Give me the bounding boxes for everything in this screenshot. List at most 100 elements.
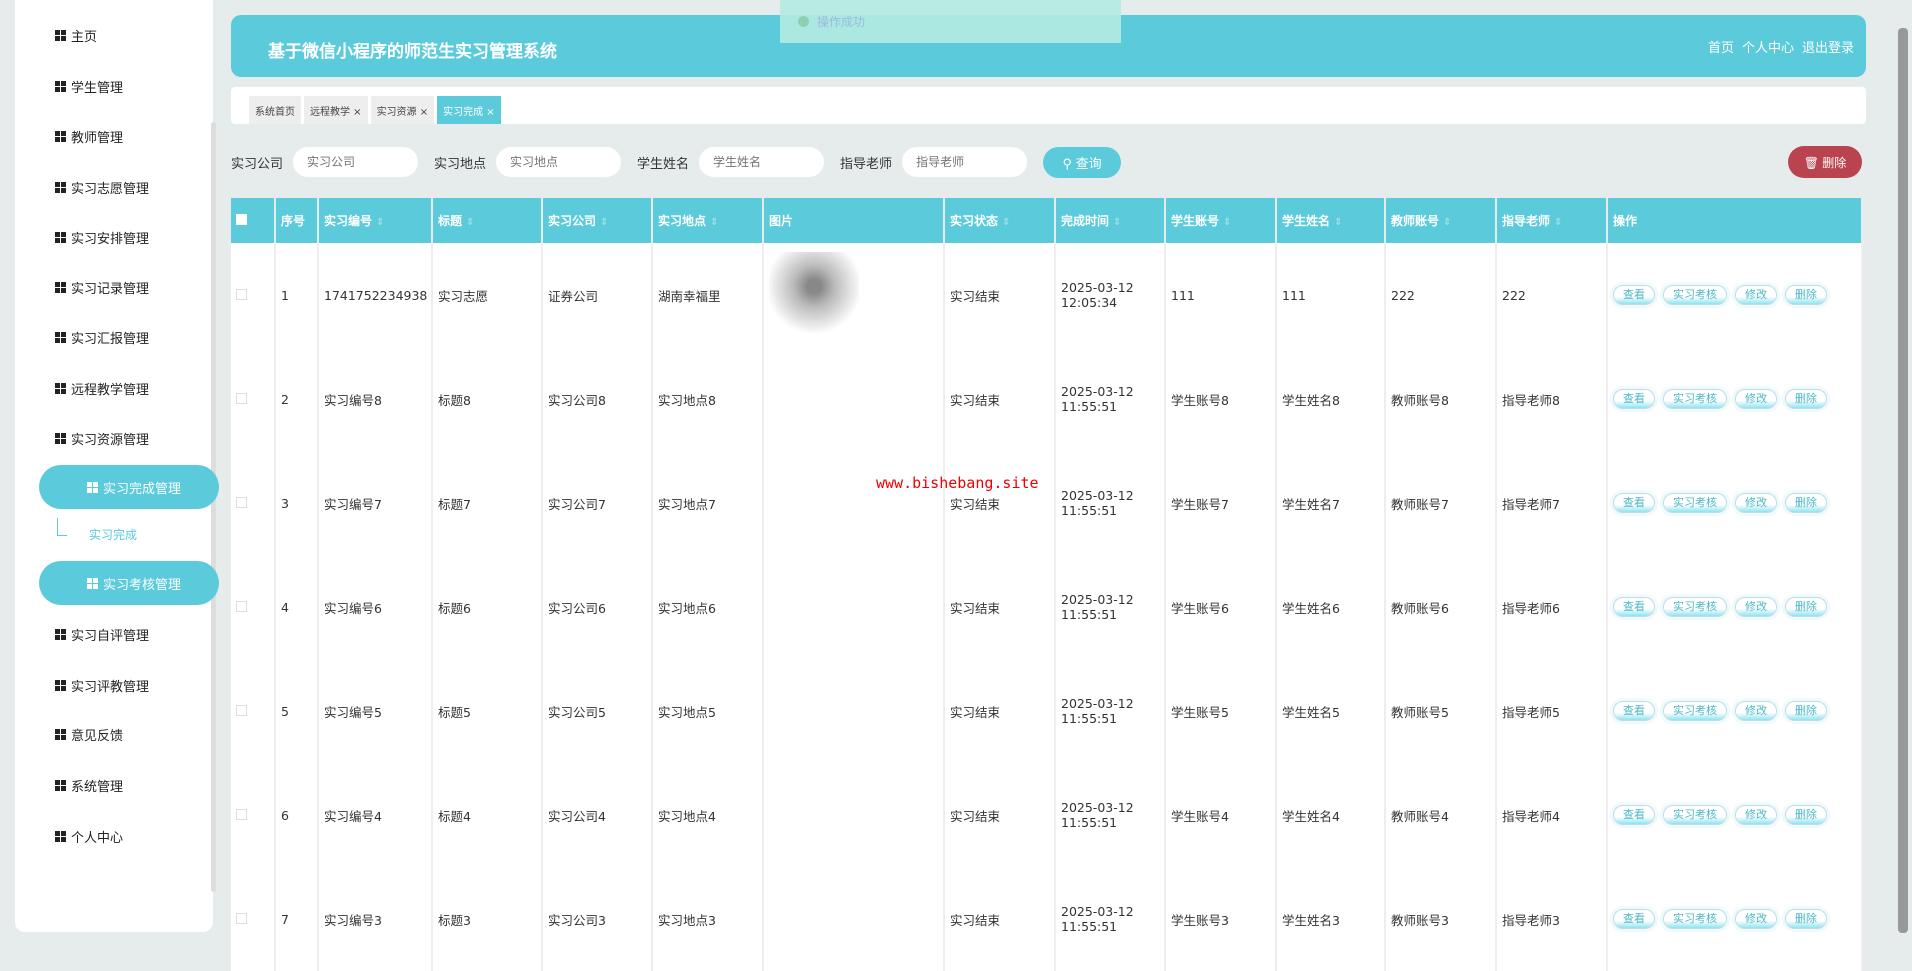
column-header[interactable]: 序号 <box>275 198 319 243</box>
edit-button[interactable]: 修改 <box>1735 285 1777 305</box>
sidebar-item-14[interactable]: 系统管理 <box>55 776 123 795</box>
company-input[interactable] <box>293 147 419 177</box>
column-header[interactable]: 学生账号 ⇕ <box>1165 198 1277 243</box>
sidebar-item-11[interactable]: 实习自评管理 <box>55 625 149 644</box>
column-header[interactable]: 实习地点 ⇕ <box>652 198 764 243</box>
delete-button[interactable]: 删除 <box>1785 493 1827 513</box>
column-header[interactable]: 操作 <box>1607 198 1863 243</box>
assess-button[interactable]: 实习考核 <box>1663 597 1727 617</box>
sidebar-item-label: 实习安排管理 <box>71 232 150 247</box>
sidebar-item-0[interactable]: 主页 <box>55 26 97 45</box>
column-header[interactable]: 指导老师 ⇕ <box>1496 198 1608 243</box>
internship-image[interactable] <box>769 252 859 338</box>
column-header[interactable]: 图片 <box>763 198 945 243</box>
delete-button[interactable]: 删除 <box>1785 805 1827 825</box>
tab-home[interactable]: 系统首页 <box>249 96 301 124</box>
column-header[interactable]: 实习状态 ⇕ <box>944 198 1056 243</box>
sidebar-item-2[interactable]: 教师管理 <box>55 127 123 146</box>
sidebar-scrollbar[interactable] <box>211 122 216 892</box>
cell: 教师账号8 <box>1385 347 1497 451</box>
sort-icon[interactable]: ⇕ <box>466 217 474 228</box>
student-name-input[interactable] <box>699 147 825 177</box>
row-checkbox[interactable] <box>231 867 276 971</box>
sort-icon[interactable]: ⇕ <box>1002 217 1010 228</box>
sidebar-item-8[interactable]: 实习资源管理 <box>55 429 149 448</box>
logout-link[interactable]: 退出登录 <box>1802 37 1854 56</box>
tab-internship-completion[interactable]: 实习完成 × <box>437 96 501 124</box>
sort-icon[interactable]: ⇕ <box>1334 217 1342 228</box>
sort-icon[interactable]: ⇕ <box>1223 217 1231 228</box>
profile-link[interactable]: 个人中心 <box>1742 37 1794 56</box>
sidebar-item-4[interactable]: 实习安排管理 <box>55 228 149 247</box>
sidebar-item-7[interactable]: 远程教学管理 <box>55 379 149 398</box>
assess-button[interactable]: 实习考核 <box>1663 285 1727 305</box>
sidebar-item-5[interactable]: 实习记录管理 <box>55 278 149 297</box>
row-checkbox[interactable] <box>231 243 276 347</box>
home-link[interactable]: 首页 <box>1708 37 1734 56</box>
sort-icon[interactable]: ⇕ <box>376 217 384 228</box>
delete-button[interactable]: 删除 <box>1785 909 1827 929</box>
sidebar-item-6[interactable]: 实习汇报管理 <box>55 328 149 347</box>
row-checkbox[interactable] <box>231 555 276 659</box>
view-button[interactable]: 查看 <box>1613 597 1655 617</box>
assess-button[interactable]: 实习考核 <box>1663 389 1727 409</box>
sort-icon[interactable]: ⇕ <box>1443 217 1451 228</box>
sort-icon[interactable]: ⇕ <box>600 217 608 228</box>
query-button[interactable]: ⚲ 查询 <box>1043 146 1122 178</box>
view-button[interactable]: 查看 <box>1613 389 1655 409</box>
sort-icon[interactable]: ⇕ <box>1113 217 1121 228</box>
page-scrollbar[interactable] <box>1898 28 1908 933</box>
bulk-delete-button[interactable]: 🗑 删除 <box>1788 146 1862 178</box>
sidebar-item-15[interactable]: 个人中心 <box>55 827 123 846</box>
sidebar-subitem-internship-completion[interactable]: 实习完成 <box>89 526 137 543</box>
view-button[interactable]: 查看 <box>1613 493 1655 513</box>
edit-button[interactable]: 修改 <box>1735 701 1777 721</box>
row-checkbox[interactable] <box>231 659 276 763</box>
cell: 实习公司3 <box>542 867 653 971</box>
delete-button[interactable]: 删除 <box>1785 597 1827 617</box>
assess-button[interactable]: 实习考核 <box>1663 493 1727 513</box>
view-button[interactable]: 查看 <box>1613 805 1655 825</box>
view-button[interactable]: 查看 <box>1613 909 1655 929</box>
tab-remote-teaching[interactable]: 远程教学 × <box>304 96 368 124</box>
header-label: 实习状态 <box>950 214 999 228</box>
select-all-checkbox[interactable] <box>231 198 276 243</box>
success-icon <box>798 16 809 27</box>
delete-button[interactable]: 删除 <box>1785 701 1827 721</box>
edit-button[interactable]: 修改 <box>1735 493 1777 513</box>
assess-button[interactable]: 实习考核 <box>1663 909 1727 929</box>
column-header[interactable]: 教师账号 ⇕ <box>1385 198 1497 243</box>
assess-button[interactable]: 实习考核 <box>1663 805 1727 825</box>
sidebar-item-13[interactable]: 意见反馈 <box>55 725 123 744</box>
sidebar-item-10[interactable]: 实习考核管理 <box>39 561 219 605</box>
tab-internship-resources[interactable]: 实习资源 × <box>370 96 435 124</box>
column-header[interactable]: 标题 ⇕ <box>432 198 543 243</box>
sidebar-item-1[interactable]: 学生管理 <box>55 77 123 96</box>
view-button[interactable]: 查看 <box>1613 701 1655 721</box>
image-cell <box>763 867 945 971</box>
column-header[interactable]: 实习公司 ⇕ <box>542 198 653 243</box>
delete-button[interactable]: 删除 <box>1785 285 1827 305</box>
row-checkbox[interactable] <box>231 763 276 867</box>
row-checkbox[interactable] <box>231 347 276 451</box>
edit-button[interactable]: 修改 <box>1735 597 1777 617</box>
edit-button[interactable]: 修改 <box>1735 909 1777 929</box>
image-cell <box>763 555 945 659</box>
edit-button[interactable]: 修改 <box>1735 389 1777 409</box>
delete-button[interactable]: 删除 <box>1785 389 1827 409</box>
sort-icon[interactable]: ⇕ <box>710 217 718 228</box>
view-button[interactable]: 查看 <box>1613 285 1655 305</box>
column-header[interactable]: 实习编号 ⇕ <box>318 198 433 243</box>
sidebar-item-9[interactable]: 实习完成管理 <box>39 465 219 509</box>
row-checkbox[interactable] <box>231 451 276 555</box>
column-header[interactable]: 学生姓名 ⇕ <box>1276 198 1386 243</box>
location-input[interactable] <box>496 147 622 177</box>
column-header[interactable]: 完成时间 ⇕ <box>1055 198 1166 243</box>
sidebar-item-12[interactable]: 实习评教管理 <box>55 676 149 695</box>
edit-button[interactable]: 修改 <box>1735 805 1777 825</box>
sidebar-item-3[interactable]: 实习志愿管理 <box>55 178 149 197</box>
teacher-input[interactable] <box>902 147 1028 177</box>
sort-icon[interactable]: ⇕ <box>1554 217 1562 228</box>
assess-button[interactable]: 实习考核 <box>1663 701 1727 721</box>
actions-cell: 查看 实习考核 修改 删除 <box>1607 451 1863 555</box>
